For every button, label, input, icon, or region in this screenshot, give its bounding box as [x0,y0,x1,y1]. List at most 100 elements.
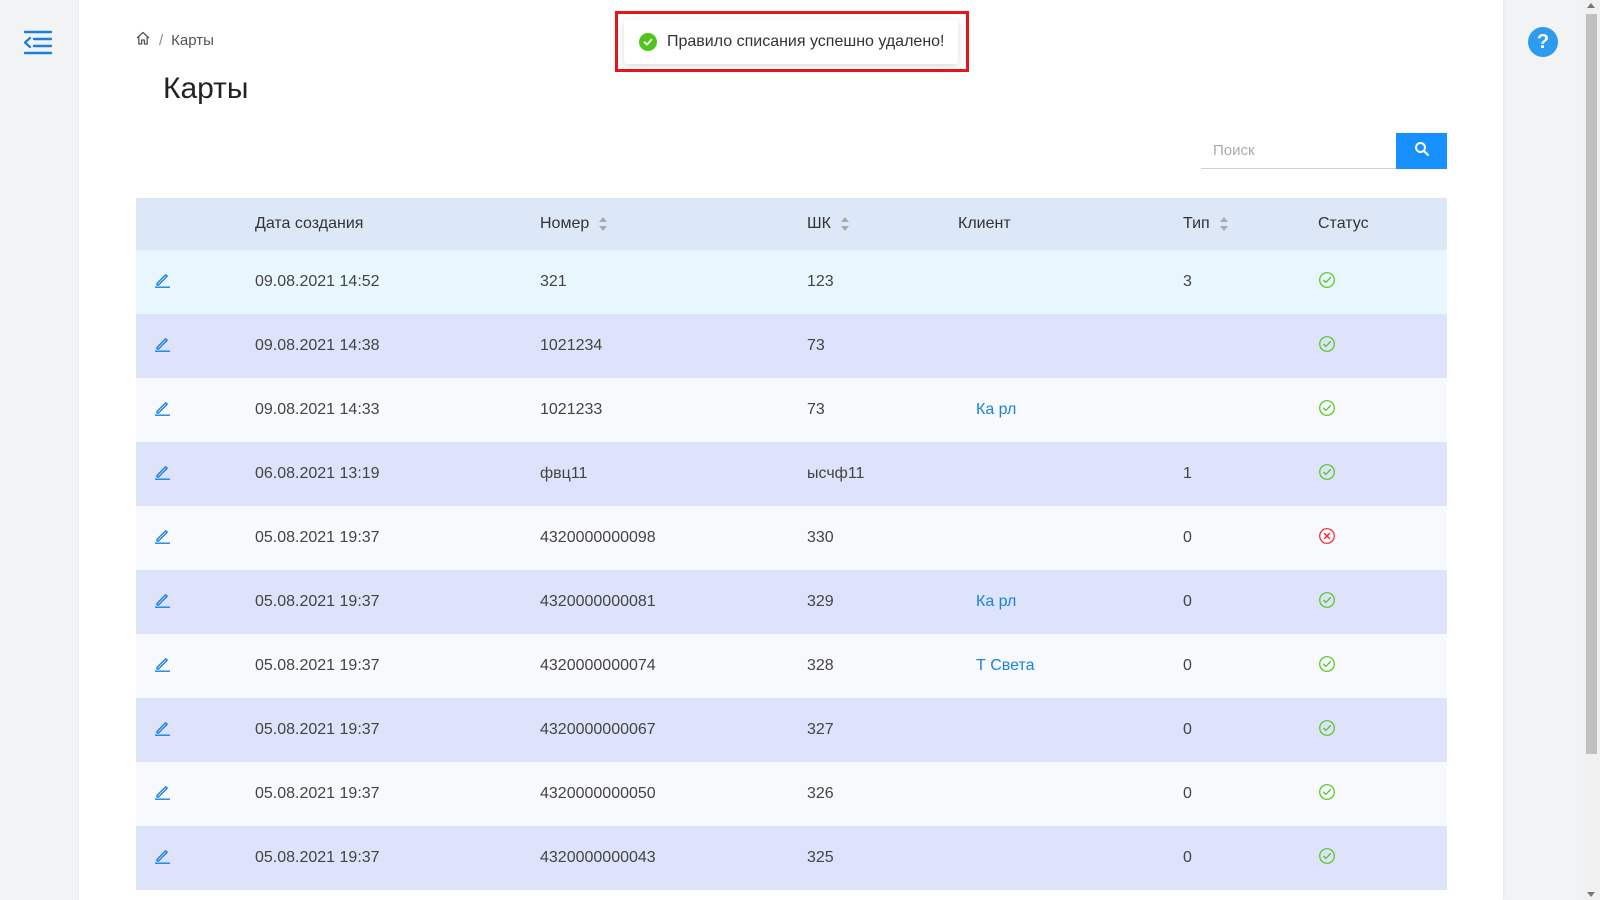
cell-number: 4320000000043 [540,826,807,890]
cell-number: 4320000000067 [540,698,807,762]
edit-icon[interactable] [136,847,171,869]
table-header-row: Дата создания Номер ШК Клиент Тип Статус [136,198,1447,250]
table-row[interactable]: 05.08.2021 19:37 4320000000050 326 0 [136,762,1447,826]
sort-icon[interactable] [1219,216,1228,231]
cell-number-text: 4320000000081 [540,593,656,610]
cell-type-text: 0 [1183,593,1192,610]
table-row[interactable]: 09.08.2021 14:33 1021233 73 Ка рл [136,378,1447,442]
cell-type-text: 0 [1183,721,1192,738]
cell-status [1318,762,1447,826]
cell-client: Ка рл [958,570,1183,634]
cell-number-text: 1021233 [540,401,603,418]
cell-date: 05.08.2021 19:37 [255,506,540,570]
header-type[interactable]: Тип [1183,198,1318,250]
scroll-down-icon[interactable] [1587,892,1595,897]
edit-icon[interactable] [136,399,171,421]
edit-icon[interactable] [136,463,171,485]
client-link[interactable]: Т Света [976,657,1035,674]
cell-type [1183,314,1318,378]
check-circle-icon [1318,655,1336,678]
home-icon[interactable] [135,30,151,50]
cell-status [1318,250,1447,314]
check-circle-icon [1318,463,1336,486]
cell-number-text: 4320000000074 [540,657,656,674]
cell-number-text: 4320000000050 [540,785,656,802]
header-barcode[interactable]: ШК [807,198,958,250]
cell-barcode-text: 330 [807,529,834,546]
scrollbar[interactable] [1583,0,1600,900]
table-row[interactable]: 05.08.2021 19:37 4320000000081 329 Ка рл 0 [136,570,1447,634]
cell-type-text: 0 [1183,529,1192,546]
header-edit [136,198,255,250]
table-row[interactable]: 05.08.2021 19:37 4320000000043 325 0 [136,826,1447,890]
cell-barcode-text: 328 [807,657,834,674]
cell-status [1318,826,1447,890]
cell-number: 4320000000050 [540,762,807,826]
cell-barcode: 329 [807,570,958,634]
header-number[interactable]: Номер [540,198,807,250]
cell-barcode-text: 123 [807,273,834,290]
cell-type: 0 [1183,570,1318,634]
edit-cell [136,762,255,826]
table-row[interactable]: 09.08.2021 14:52 321 123 3 [136,250,1447,314]
breadcrumb: / Карты [135,30,214,50]
cell-status [1318,314,1447,378]
cell-status [1318,698,1447,762]
table-row[interactable]: 09.08.2021 14:38 1021234 73 [136,314,1447,378]
edit-icon[interactable] [136,335,171,357]
cell-date: 05.08.2021 19:37 [255,570,540,634]
cell-number: 4320000000081 [540,570,807,634]
cell-date: 09.08.2021 14:38 [255,314,540,378]
cell-date: 05.08.2021 19:37 [255,762,540,826]
cell-date-text: 06.08.2021 13:19 [255,465,380,482]
cell-status [1318,634,1447,698]
cell-status [1318,506,1447,570]
sort-icon[interactable] [599,216,608,231]
check-circle-icon [639,33,657,51]
search-input[interactable] [1201,133,1396,169]
help-button[interactable]: ? [1528,27,1558,57]
cell-type [1183,378,1318,442]
cell-type: 1 [1183,442,1318,506]
cell-number-text: фвц11 [540,465,588,482]
edit-cell [136,378,255,442]
cell-number-text: 4320000000098 [540,529,656,546]
edit-cell [136,634,255,698]
table-row[interactable]: 06.08.2021 13:19 фвц11 ысчф11 1 [136,442,1447,506]
cell-type-text: 3 [1183,273,1192,290]
table-row[interactable]: 05.08.2021 19:37 4320000000074 328 Т Света 0 [136,634,1447,698]
cell-type: 0 [1183,762,1318,826]
cell-barcode-text: 326 [807,785,834,802]
cell-client: Т Света [958,634,1183,698]
cell-date-text: 05.08.2021 19:37 [255,593,380,610]
scroll-up-icon[interactable] [1587,3,1595,8]
cell-barcode: 327 [807,698,958,762]
toast-message: Правило списания успешно удалено! [667,33,945,50]
cell-type-text: 0 [1183,657,1192,674]
table-row[interactable]: 05.08.2021 19:37 4320000000098 330 0 [136,506,1447,570]
client-link[interactable]: Ка рл [976,401,1016,418]
cell-date: 09.08.2021 14:52 [255,250,540,314]
edit-icon[interactable] [136,591,171,613]
menu-toggle-icon[interactable] [22,28,54,56]
table-row[interactable]: 05.08.2021 19:37 4320000000067 327 0 [136,698,1447,762]
cell-barcode-text: ысчф11 [807,465,865,482]
sort-icon[interactable] [840,216,849,231]
cell-client [958,698,1183,762]
edit-cell [136,506,255,570]
client-link[interactable]: Ка рл [976,593,1016,610]
edit-icon[interactable] [136,719,171,741]
cell-barcode: 330 [807,506,958,570]
header-client: Клиент [958,198,1183,250]
cell-barcode-text: 73 [807,337,825,354]
cell-barcode: 123 [807,250,958,314]
edit-icon[interactable] [136,655,171,677]
edit-icon[interactable] [136,783,171,805]
search-button[interactable] [1396,133,1447,169]
edit-icon[interactable] [136,271,171,293]
edit-icon[interactable] [136,527,171,549]
scrollbar-thumb[interactable] [1586,14,1597,754]
cell-barcode-text: 325 [807,849,834,866]
cell-type: 0 [1183,634,1318,698]
cell-type: 0 [1183,826,1318,890]
